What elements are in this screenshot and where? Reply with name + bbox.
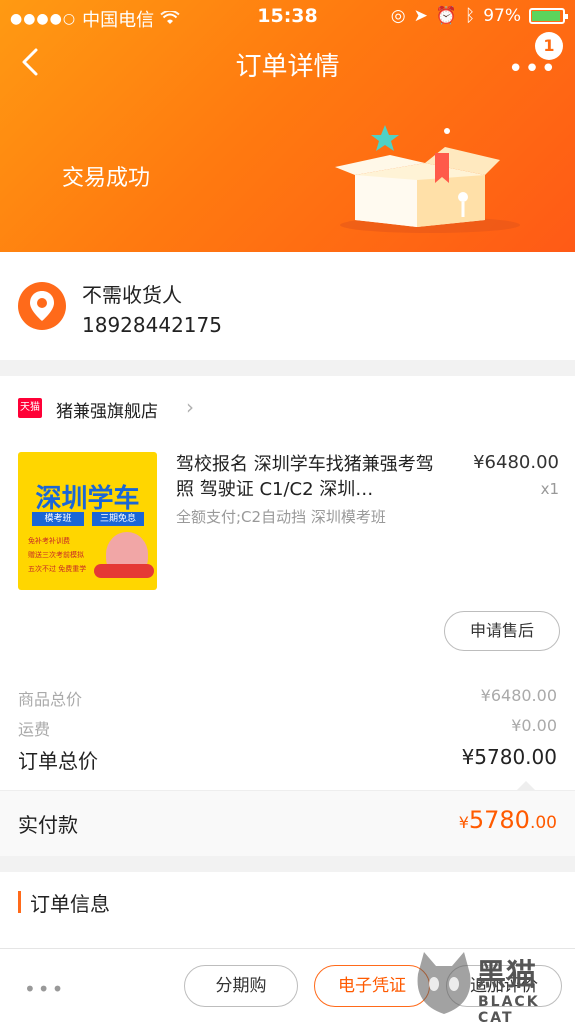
paid-amount: ¥5780.00 xyxy=(459,806,557,834)
order-total-label: 订单总价 xyxy=(18,749,98,773)
order-info-title: 订单信息 xyxy=(30,892,110,916)
paid-currency: ¥ xyxy=(458,813,469,832)
goods-total-label: 商品总价 xyxy=(18,690,83,709)
message-badge[interactable]: 1 xyxy=(535,32,563,60)
product-title[interactable]: 驾校报名 深圳学车找猪兼强考驾照 驾驶证 C1/C2 深圳… xyxy=(176,452,438,502)
thumb-feature: 赠送三次考前模拟 xyxy=(28,551,84,559)
status-bar: ●●●●○ 中国电信 15:38 ◎ ➤ ⏰ ᛒ 97% xyxy=(0,0,575,32)
chevron-right-icon[interactable]: › xyxy=(186,395,194,419)
location-icon: ➤ xyxy=(413,6,428,26)
paid-decimal: .00 xyxy=(529,813,557,833)
product-quantity: x1 xyxy=(540,480,559,498)
tmall-icon: 天猫 xyxy=(18,398,42,418)
goods-total-value: ¥6480.00 xyxy=(480,686,557,705)
section-accent-bar xyxy=(18,891,21,913)
battery-percent: 97% xyxy=(483,6,521,26)
watermark-title: 黑猫 xyxy=(476,958,536,993)
product-thumbnail[interactable]: 深圳学车 模考班 三期免息 免补考补训费 赠送三次考前模拟 五次不过 免费重学 xyxy=(18,452,157,590)
installment-button[interactable]: 分期购 xyxy=(184,965,298,1007)
thumb-feature: 五次不过 免费重学 xyxy=(28,565,87,573)
page-title: 订单详情 xyxy=(235,52,340,82)
shipping-label: 运费 xyxy=(18,720,51,739)
shop-name-link[interactable]: 猪兼强旗舰店 xyxy=(56,397,158,422)
receiver-phone: 18928442175 xyxy=(82,313,222,337)
order-total-value: ¥5780.00 xyxy=(461,745,557,769)
thumb-tag: 模考班 xyxy=(32,512,84,526)
pointer-triangle xyxy=(517,781,535,790)
box-illustration xyxy=(335,125,525,239)
bluetooth-icon: ᛒ xyxy=(465,6,476,26)
location-pin-icon xyxy=(18,282,66,330)
thumb-title: 深圳学车 xyxy=(35,484,140,514)
car-icon xyxy=(94,564,154,578)
thumb-feature: 免补考补训费 xyxy=(28,537,70,545)
alarm-icon: ⏰ xyxy=(435,6,457,26)
thumb-tag: 三期免息 xyxy=(92,512,144,526)
black-cat-watermark: 黑猫 BLACK CAT xyxy=(412,944,575,1024)
more-actions-button[interactable]: ••• xyxy=(24,977,65,1001)
lock-rotation-icon: ◎ xyxy=(390,6,406,26)
paid-integer: 5780 xyxy=(468,806,530,834)
battery-icon xyxy=(529,8,568,24)
paid-label: 实付款 xyxy=(18,813,78,837)
product-price: ¥6480.00 xyxy=(473,452,559,473)
watermark-subtitle: BLACK CAT xyxy=(478,994,540,1024)
trade-status: 交易成功 xyxy=(62,166,151,191)
shipping-value: ¥0.00 xyxy=(511,716,557,735)
receiver-name: 不需收货人 xyxy=(82,283,182,307)
after-sale-button[interactable]: 申请售后 xyxy=(444,611,560,651)
product-spec: 全额支付;C2自动挡 深圳模考班 xyxy=(176,508,386,526)
